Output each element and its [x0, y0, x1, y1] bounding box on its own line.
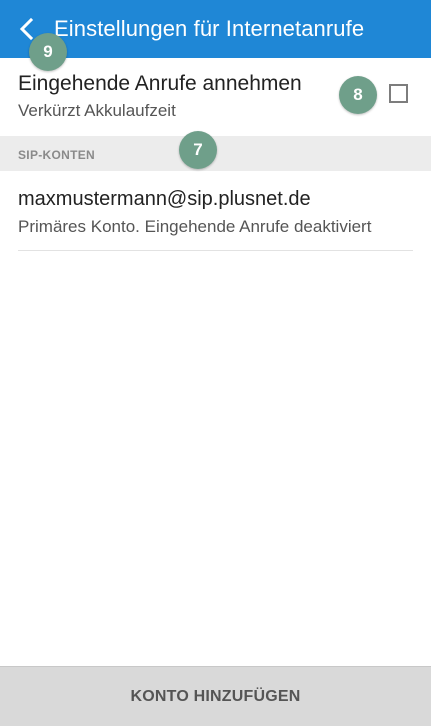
page-title: Einstellungen für Internetanrufe — [54, 16, 365, 41]
sip-account-item[interactable]: maxmustermann@sip.plusnet.de Primäres Ko… — [0, 172, 431, 251]
section-title: SIP-KONTEN — [18, 148, 96, 162]
add-account-label: KONTO HINZUFÜGEN — [130, 687, 301, 705]
add-account-button[interactable]: KONTO HINZUFÜGEN — [0, 666, 431, 726]
chevron-left-icon — [19, 17, 34, 41]
incoming-calls-checkbox[interactable] — [389, 84, 408, 103]
incoming-calls-subtitle: Verkürzt Akkulaufzeit — [18, 101, 176, 120]
annotation-badge-9: 9 — [29, 33, 67, 71]
annotation-badge-8: 8 — [339, 76, 377, 114]
account-status: Primäres Konto. Eingehende Anrufe deakti… — [18, 217, 372, 236]
annotation-badge-7: 7 — [179, 131, 217, 169]
account-address: maxmustermann@sip.plusnet.de — [18, 188, 311, 210]
incoming-calls-title: Eingehende Anrufe annehmen — [18, 72, 302, 95]
divider — [18, 250, 413, 251]
